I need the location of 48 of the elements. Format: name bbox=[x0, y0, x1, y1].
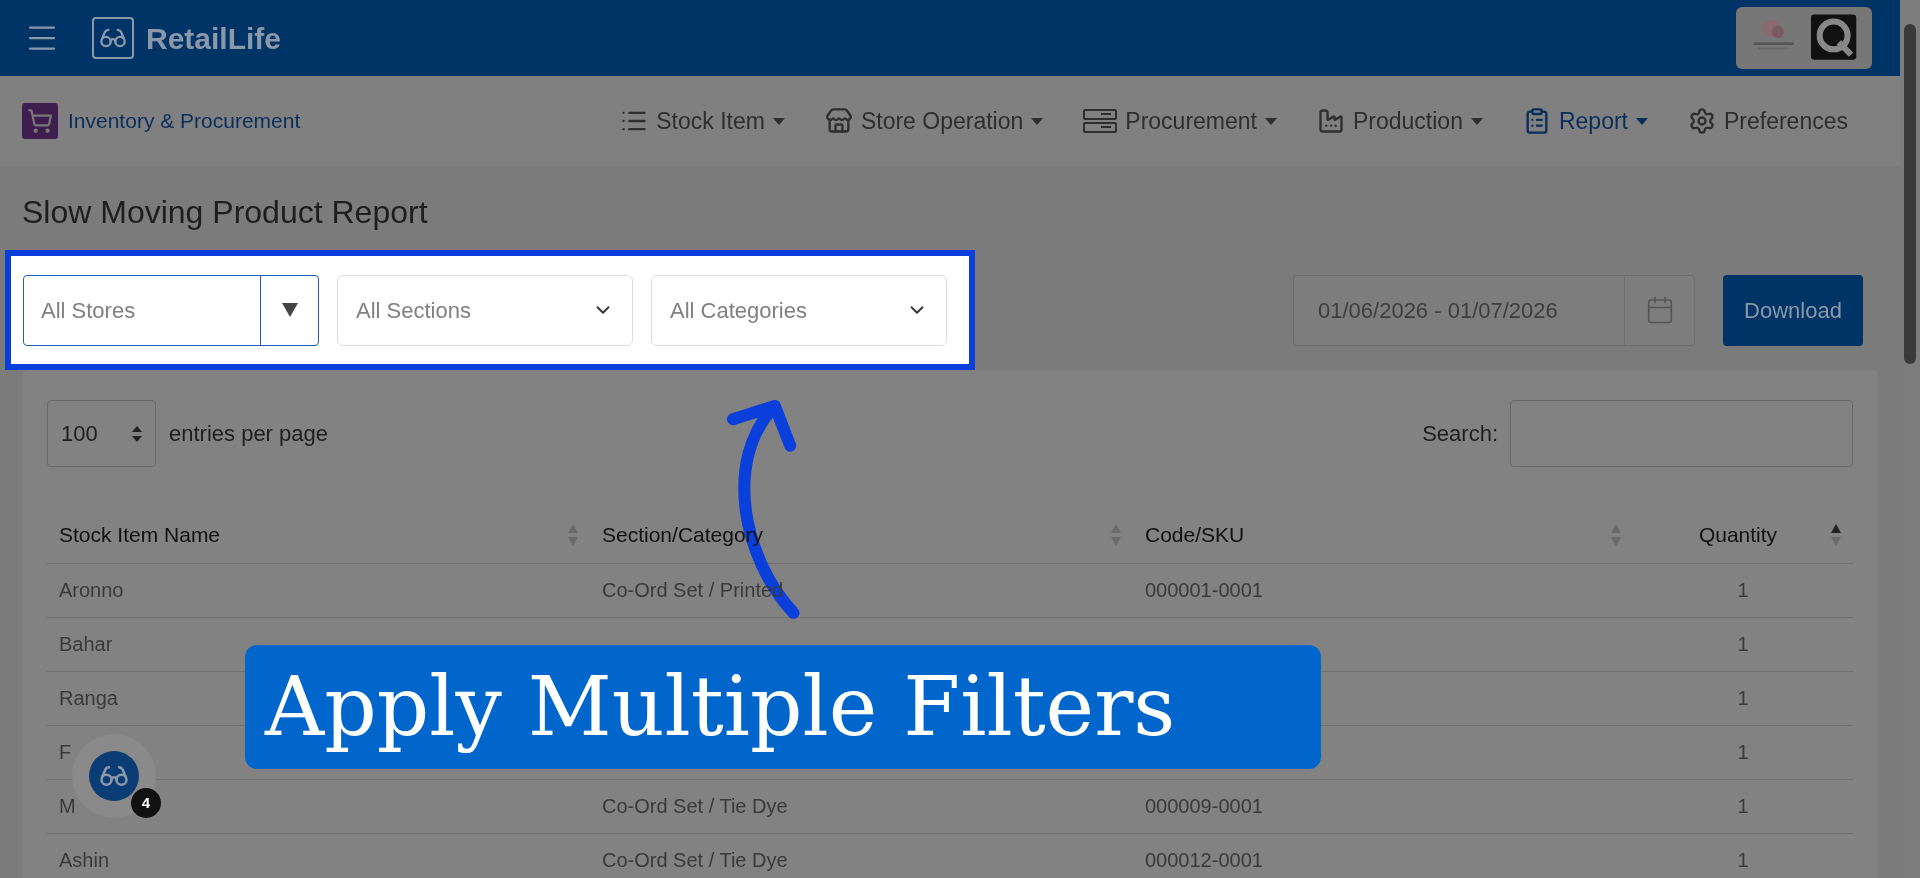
glasses-icon bbox=[92, 17, 134, 59]
settings-icon bbox=[1688, 107, 1716, 135]
filter-select[interactable]: All Categories bbox=[651, 274, 947, 346]
caret-icon bbox=[281, 303, 298, 317]
nav-menu-item[interactable]: Preferences bbox=[1688, 103, 1848, 139]
entries-select[interactable]: 100 bbox=[47, 400, 156, 467]
nav-menu-item[interactable]: Store Operation bbox=[824, 103, 1044, 139]
drawers-icon bbox=[1083, 109, 1118, 133]
search-label: Search: bbox=[1422, 420, 1498, 448]
factory-icon bbox=[1316, 107, 1345, 135]
table-cell: Aronno bbox=[59, 579, 124, 601]
table-cell: 1 bbox=[1737, 633, 1749, 655]
search-field[interactable] bbox=[1510, 400, 1853, 467]
page-title: Slow Moving Product Report bbox=[22, 196, 429, 228]
date-range-field[interactable]: 01/06/2026 - 01/07/2026 bbox=[1293, 274, 1695, 346]
module-link[interactable]: Inventory & Procurement bbox=[68, 105, 301, 137]
table-cell: 000012-0001 bbox=[1145, 849, 1263, 871]
column-header[interactable]: Stock Item Name bbox=[59, 519, 221, 551]
nav-menu-item[interactable]: Report bbox=[1522, 103, 1648, 139]
table-cell: M bbox=[59, 795, 76, 817]
column-header[interactable]: Code/SKU bbox=[1145, 519, 1245, 551]
table-cell: Co-Ord Set / Tie Dye bbox=[602, 849, 788, 871]
glasses-icon bbox=[89, 751, 139, 801]
table-cell: 1 bbox=[1737, 579, 1749, 601]
store-icon bbox=[824, 107, 853, 135]
table-cell: Ranga bbox=[59, 687, 118, 709]
brand-name: RetailLife bbox=[146, 20, 282, 57]
filter-select[interactable]: All Sections bbox=[337, 274, 633, 346]
sort-icon bbox=[132, 425, 142, 442]
table-cell: Ashin bbox=[59, 849, 110, 871]
nav-menu-item[interactable]: Stock Item bbox=[620, 103, 785, 139]
callout: Apply Multiple Filters bbox=[245, 645, 1321, 769]
column-header[interactable]: Quantity bbox=[1698, 519, 1778, 551]
table-cell: F bbox=[59, 741, 72, 763]
table-cell: 1 bbox=[1737, 849, 1749, 871]
entries-label: entries per page bbox=[169, 420, 328, 448]
table-cell: 1 bbox=[1737, 687, 1749, 709]
table-cell: 000009-0001 bbox=[1145, 795, 1263, 817]
table-cell: 000001-0001 bbox=[1145, 579, 1263, 601]
store-select[interactable]: All Stores bbox=[23, 274, 319, 346]
table-cell: Bahar bbox=[59, 633, 113, 655]
nav-menu-item[interactable]: Production bbox=[1316, 103, 1483, 139]
download-button[interactable]: Download bbox=[1723, 274, 1863, 346]
table-cell: Co-Ord Set / Tie Dye bbox=[602, 795, 788, 817]
nav-menu-item[interactable]: Procurement bbox=[1083, 103, 1277, 139]
table-cell: 1 bbox=[1737, 795, 1749, 817]
cart-icon bbox=[22, 103, 58, 139]
table-cell: 1 bbox=[1737, 741, 1749, 763]
